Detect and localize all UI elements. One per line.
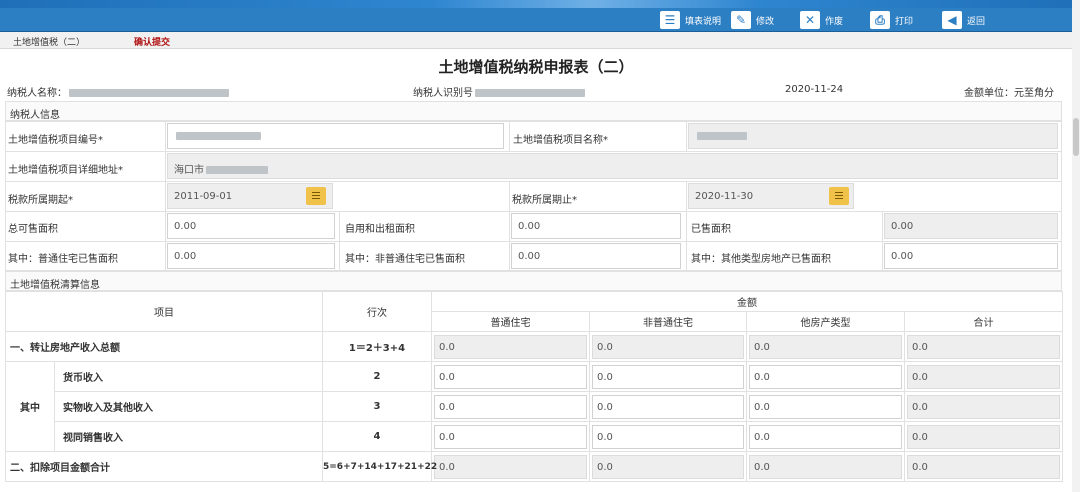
amount-total: 0.0 — [907, 424, 1060, 449]
header-item: 项目 — [5, 291, 323, 332]
address-field: 海口市 — [167, 153, 1058, 179]
printer-icon: ⎙ — [870, 11, 890, 29]
back-arrow-icon: ◀ — [942, 11, 962, 29]
header-nonordinary: 非普通住宅 — [589, 311, 747, 332]
row-no: 5=6+7+14+17+21+22 — [322, 451, 437, 482]
form-help-button[interactable]: ☰ 填表说明 — [660, 8, 721, 32]
amount-other[interactable]: 0.0 — [749, 364, 902, 389]
other-sold-label: 其中：其他类型房地产已售面积 — [691, 254, 831, 265]
amount-total: 0.0 — [907, 454, 1060, 479]
amount-total: 0.0 — [907, 334, 1060, 359]
amount-ordinary: 0.0 — [434, 454, 587, 479]
sold-area-label: 已售面积 — [691, 224, 731, 235]
calendar-icon[interactable] — [306, 187, 326, 205]
row-no: 2 — [322, 361, 432, 392]
amount-unit: 金额单位：元至角分 — [964, 88, 1054, 99]
project-no-label: 土地增值税项目编号* — [8, 135, 103, 146]
window-top-strip — [0, 0, 1080, 8]
redacted-text — [176, 132, 261, 140]
row-item: 二、扣除项目金额合计 — [5, 451, 323, 482]
amount-nonordinary: 0.0 — [592, 454, 744, 479]
project-name-field — [688, 123, 1058, 149]
row-item: 视同销售收入 — [54, 421, 323, 452]
edit-button[interactable]: ✎ 修改 — [731, 8, 774, 32]
nonordinary-sold-field[interactable]: 0.00 — [511, 243, 681, 269]
period-end-label: 税款所属期止* — [512, 195, 577, 206]
total-area-field[interactable]: 0.00 — [167, 213, 335, 239]
toolbar: ☰ 填表说明 ✎ 修改 ✕ 作废 ⎙ 打印 ◀ 返回 — [0, 8, 1072, 32]
pencil-icon: ✎ — [731, 11, 751, 29]
header-total: 合计 — [904, 311, 1063, 332]
void-document-icon: ✕ — [800, 11, 820, 29]
row-item: 实物收入及其他收入 — [54, 391, 323, 422]
header-amount: 金额 — [431, 291, 1063, 312]
period-start-label: 税款所属期起* — [8, 195, 73, 206]
back-button[interactable]: ◀ 返回 — [942, 8, 985, 32]
nonordinary-sold-label: 其中：非普通住宅已售面积 — [345, 254, 465, 265]
taxpayer-name: 纳税人名称： — [7, 84, 229, 99]
confirm-submit-link[interactable]: 确认提交 — [134, 35, 170, 48]
print-button[interactable]: ⎙ 打印 — [870, 8, 913, 32]
sold-area-field: 0.00 — [884, 213, 1058, 239]
amount-total: 0.0 — [907, 394, 1060, 419]
tab-bar: 土地增值税（二） 确认提交 — [0, 32, 1072, 49]
table-row: 实物收入及其他收入 3 0.0 0.0 0.0 0.0 — [6, 391, 1063, 422]
taxpayer-id: 纳税人识别号 — [413, 84, 585, 99]
header-row-no: 行次 — [322, 291, 432, 332]
scrollbar-thumb[interactable] — [1073, 118, 1079, 156]
amount-ordinary[interactable]: 0.0 — [434, 424, 587, 449]
row-item: 一、转让房地产收入总额 — [5, 331, 323, 362]
ordinary-sold-label: 其中：普通住宅已售面积 — [8, 254, 118, 265]
amount-other: 0.0 — [749, 454, 902, 479]
redacted-text — [206, 166, 268, 174]
table-row: 一、转让房地产收入总额 1＝2＋3+4 0.0 0.0 0.0 0.0 — [5, 331, 1063, 362]
report-date: 2020-11-24 — [785, 84, 844, 95]
table-row: 二、扣除项目金额合计 5=6+7+14+17+21+22 0.0 0.0 0.0… — [5, 451, 1063, 482]
other-sold-field[interactable]: 0.00 — [884, 243, 1058, 269]
calc-table: 项目 行次 金额 普通住宅 非普通住宅 他房产类型 合计 一、转让房地产收入总额… — [5, 291, 1063, 482]
form-help-icon: ☰ — [660, 11, 680, 29]
amount-nonordinary[interactable]: 0.0 — [592, 364, 744, 389]
redacted-text — [697, 132, 747, 140]
row-group: 其中 — [5, 361, 55, 452]
void-button[interactable]: ✕ 作废 — [800, 8, 843, 32]
project-no-field[interactable] — [167, 123, 504, 149]
self-rent-label: 自用和出租面积 — [345, 224, 415, 235]
calendar-icon[interactable] — [829, 187, 849, 205]
amount-other[interactable]: 0.0 — [749, 424, 902, 449]
amount-ordinary[interactable]: 0.0 — [434, 394, 587, 419]
table-row: 其中 货币收入 2 0.0 0.0 0.0 0.0 — [5, 361, 1063, 452]
vertical-scrollbar[interactable] — [1072, 0, 1080, 492]
amount-nonordinary: 0.0 — [592, 334, 744, 359]
table-row: 视同销售收入 4 0.0 0.0 0.0 0.0 — [6, 421, 1063, 452]
page-title: 土地增值税纳税申报表（二） — [438, 58, 634, 76]
row-no: 1＝2＋3+4 — [322, 331, 432, 362]
self-rent-field[interactable]: 0.00 — [511, 213, 681, 239]
address-label: 土地增值税项目详细地址* — [8, 165, 123, 176]
amount-ordinary[interactable]: 0.0 — [434, 364, 587, 389]
amount-other: 0.0 — [749, 334, 902, 359]
amount-nonordinary[interactable]: 0.0 — [592, 394, 744, 419]
amount-other[interactable]: 0.0 — [749, 394, 902, 419]
header-ordinary: 普通住宅 — [431, 311, 590, 332]
redacted-text — [69, 89, 229, 97]
total-area-label: 总可售面积 — [8, 224, 58, 235]
row-no: 4 — [322, 421, 432, 452]
tab-current[interactable]: 土地增值税（二） — [13, 35, 85, 48]
taxpayer-info-header: 纳税人信息 — [5, 101, 1062, 121]
header-other: 他房产类型 — [746, 311, 905, 332]
redacted-text — [475, 89, 585, 97]
amount-nonordinary[interactable]: 0.0 — [592, 424, 744, 449]
row-item: 货币收入 — [54, 361, 323, 392]
row-no: 3 — [322, 391, 432, 422]
amount-total: 0.0 — [907, 364, 1060, 389]
project-name-label: 土地增值税项目名称* — [513, 135, 608, 146]
amount-ordinary: 0.0 — [434, 334, 587, 359]
calc-info-header: 土地增值税清算信息 — [5, 271, 1062, 291]
ordinary-sold-field[interactable]: 0.00 — [167, 243, 335, 269]
